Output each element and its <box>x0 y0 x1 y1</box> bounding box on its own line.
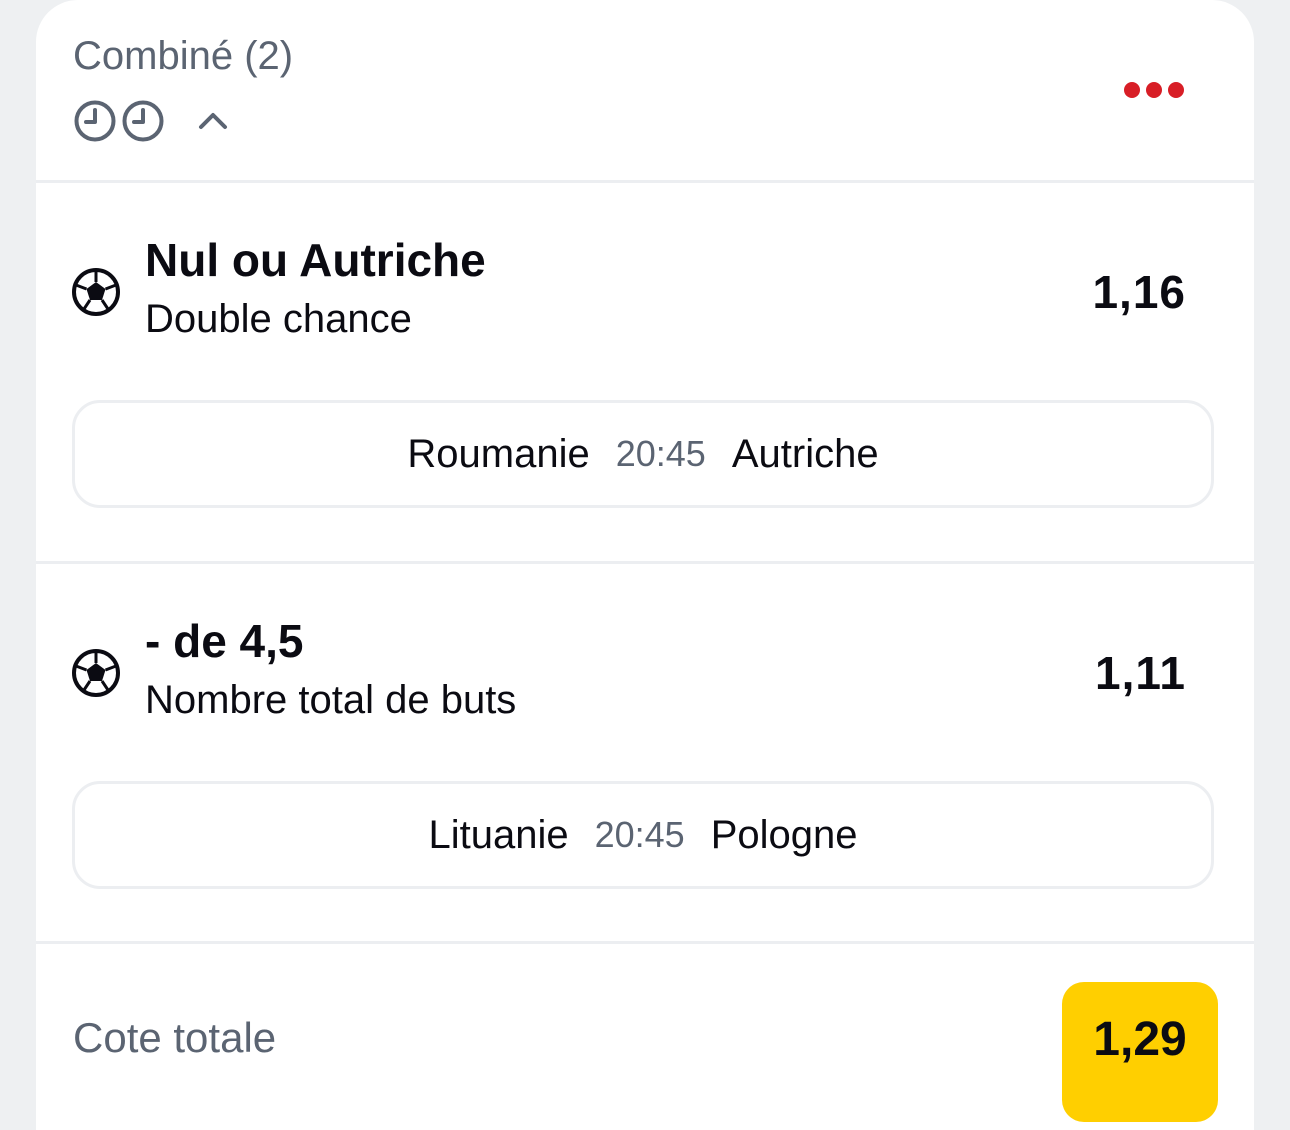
selection-title: Nul ou Autriche <box>145 234 486 286</box>
selection-title: - de 4,5 <box>145 615 304 667</box>
selection-odds: 1,16 <box>1092 266 1186 318</box>
selection-odds: 1,11 <box>1095 647 1186 699</box>
away-team: Pologne <box>710 812 858 857</box>
match-time: 20:45 <box>615 433 706 474</box>
selection-market: Double chance <box>145 297 412 341</box>
total-odds-label: Cote totale <box>73 1014 277 1061</box>
clock-icon <box>74 100 116 142</box>
total-odds-badge: 1,29 <box>1062 982 1218 1122</box>
match-info-box[interactable]: Lituanie 20:45 Pologne <box>72 781 1214 889</box>
more-options-button[interactable] <box>1114 70 1194 110</box>
more-horizontal-icon <box>1124 82 1140 98</box>
selection-market: Nombre total de buts <box>145 678 517 722</box>
bet-slip-card: Combiné (2) Nul ou Autriche Double chanc… <box>36 0 1254 1130</box>
home-team: Lituanie <box>428 812 569 857</box>
bet-slip-title: Combiné (2) <box>73 34 294 78</box>
more-horizontal-icon <box>1146 82 1162 98</box>
header-icon-row[interactable] <box>73 99 233 143</box>
soccer-ball-icon <box>72 649 120 697</box>
chevron-up-icon[interactable] <box>193 101 233 141</box>
match-time: 20:45 <box>594 814 685 855</box>
divider <box>36 941 1254 944</box>
bet-slip-header: Combiné (2) <box>36 0 1254 180</box>
bet-selection: Nul ou Autriche Double chance 1,16 Rouma… <box>36 183 1254 563</box>
more-horizontal-icon <box>1168 82 1184 98</box>
home-team: Roumanie <box>407 431 590 476</box>
clock-icon <box>122 100 164 142</box>
bet-selection: - de 4,5 Nombre total de buts 1,11 Litua… <box>36 564 1254 944</box>
soccer-ball-icon <box>72 268 120 316</box>
match-info-box[interactable]: Roumanie 20:45 Autriche <box>72 400 1214 508</box>
away-team: Autriche <box>731 431 879 476</box>
